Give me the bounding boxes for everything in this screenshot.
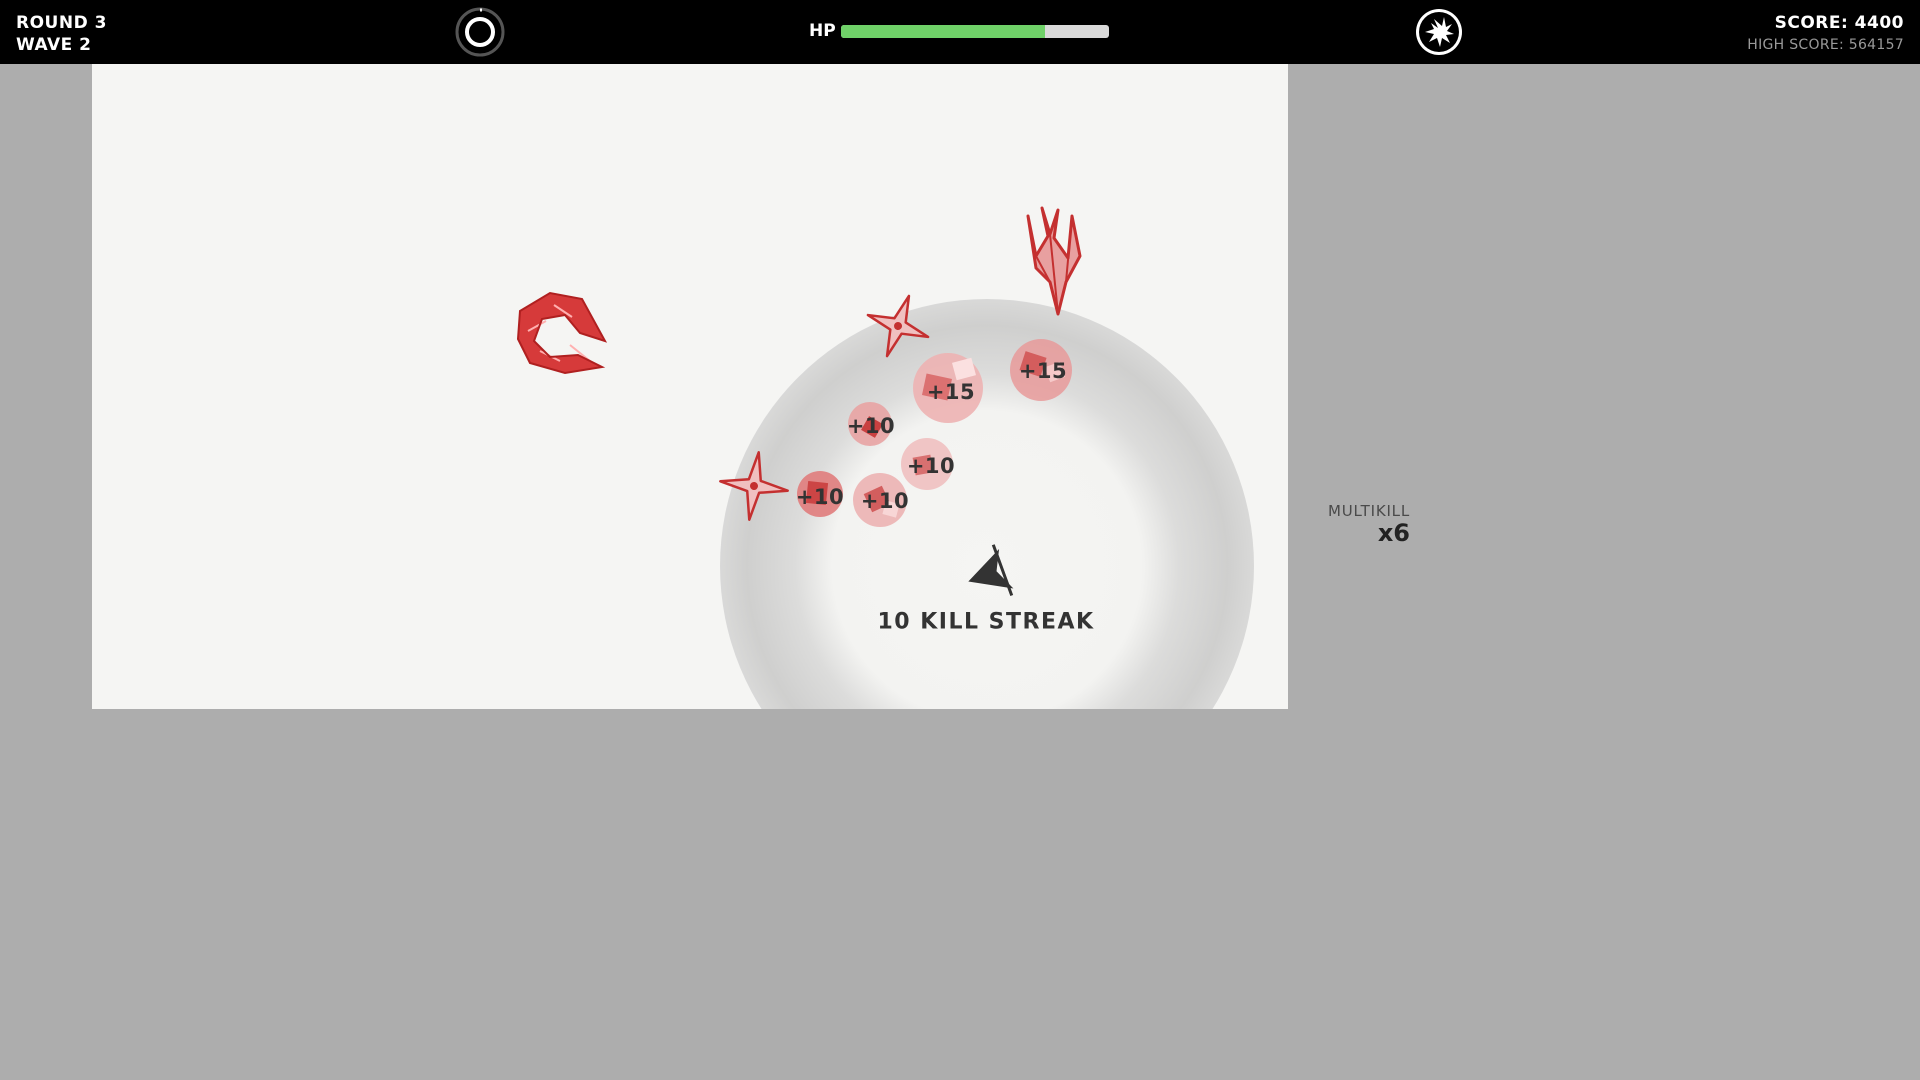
game-arena[interactable]: +15 +15 +10 +10 +10 +10 10 KILL STREAK — [92, 64, 1288, 709]
arena-graphics — [516, 206, 1254, 709]
multikill-indicator: MULTIKILL x6 — [1328, 502, 1410, 546]
high-score-label: HIGH SCORE: 564157 — [1747, 37, 1904, 53]
multikill-label: MULTIKILL — [1328, 502, 1410, 520]
kill-streak-label: 10 KILL STREAK — [877, 609, 1095, 635]
score-label: SCORE: 4400 — [1774, 13, 1904, 33]
round-wave-info: ROUND 3 WAVE 2 — [16, 12, 107, 56]
wave-label: WAVE 2 — [16, 35, 92, 55]
score-popup: +15 — [1018, 359, 1068, 383]
score-popup: +10 — [906, 454, 956, 478]
score-popup: +10 — [795, 485, 845, 509]
hp-bar-fill — [841, 25, 1045, 38]
round-label: ROUND 3 — [16, 13, 107, 33]
score-popup: +10 — [846, 414, 896, 438]
trident-enemy — [1026, 206, 1082, 316]
hud-bar: ROUND 3 WAVE 2 HP SCORE: 4400 HIGH SCORE… — [0, 0, 1920, 64]
crab-enemy — [516, 291, 608, 375]
burst-ability-icon[interactable] — [1414, 7, 1464, 57]
multikill-count: x6 — [1377, 519, 1410, 547]
ring-ability-icon[interactable] — [455, 7, 505, 57]
hp-bar — [841, 25, 1109, 38]
score-info: SCORE: 4400 HIGH SCORE: 564157 — [1747, 12, 1904, 56]
score-popup: +15 — [926, 380, 976, 404]
score-popup: +10 — [860, 489, 910, 513]
hp-label: HP — [809, 21, 836, 41]
